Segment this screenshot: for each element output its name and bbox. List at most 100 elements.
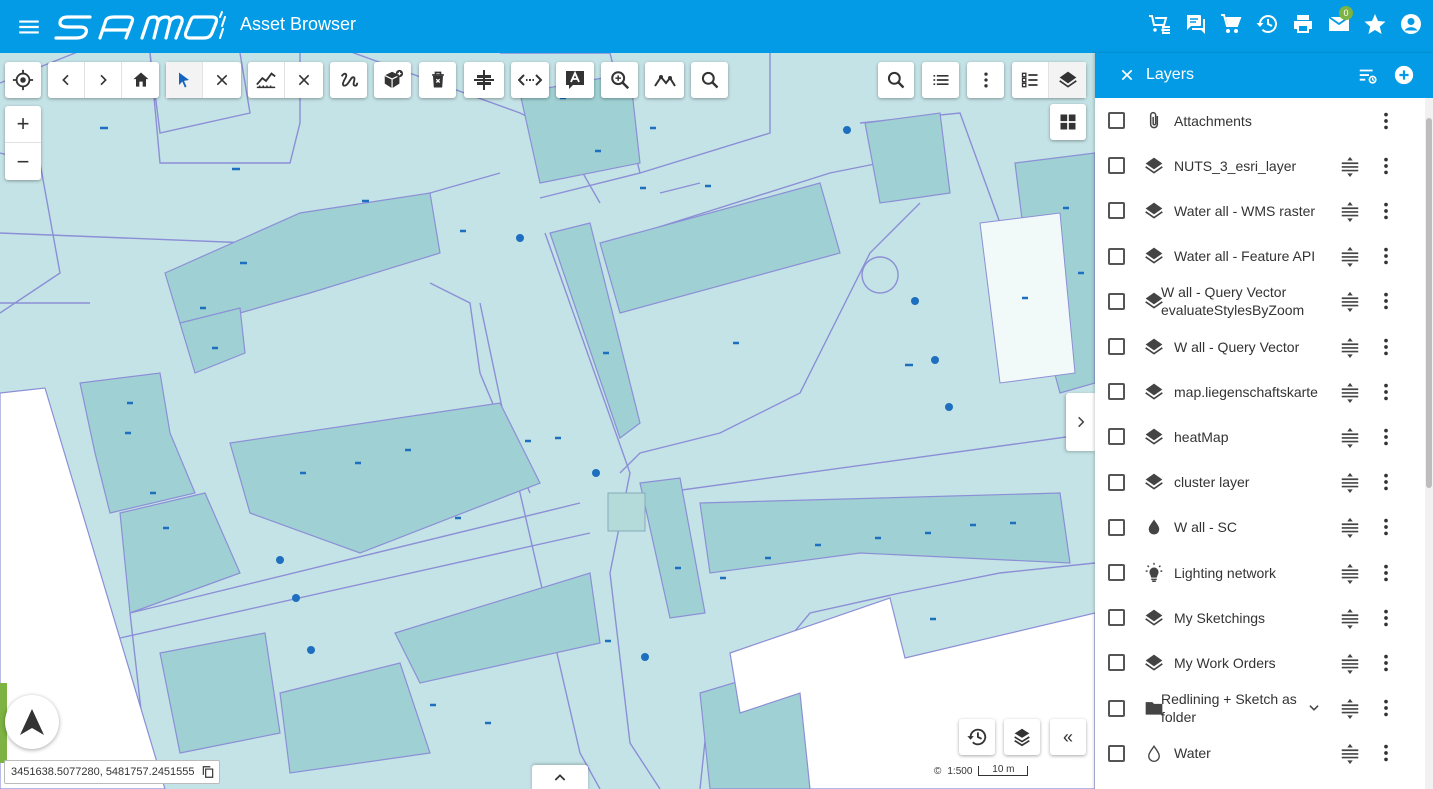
layer-checkbox[interactable] [1108, 202, 1125, 220]
favorites-button[interactable] [1361, 10, 1389, 38]
select-button[interactable] [166, 62, 203, 98]
layer-row[interactable]: My Sketchings [1095, 595, 1425, 640]
clear-measure-button[interactable] [285, 62, 322, 98]
layer-row[interactable]: My Work Orders [1095, 640, 1425, 685]
zoom-out-button[interactable]: − [5, 143, 41, 180]
bottom-panel-toggle[interactable] [532, 765, 588, 789]
drag-handle-icon[interactable] [1339, 562, 1361, 584]
layer-checkbox[interactable] [1108, 338, 1125, 355]
more-tools-button[interactable] [967, 62, 1004, 98]
layer-row[interactable]: W all - Query Vector [1095, 324, 1425, 369]
forward-button[interactable] [85, 62, 122, 98]
more-vertical-icon[interactable] [1375, 426, 1397, 448]
history-button[interactable] [1253, 10, 1281, 38]
layer-row[interactable]: W all - SC [1095, 505, 1425, 550]
distance-button[interactable] [511, 62, 549, 98]
add-layer-icon[interactable] [1393, 64, 1415, 86]
drag-handle-icon[interactable] [1339, 652, 1361, 674]
layer-checkbox[interactable] [1108, 564, 1125, 581]
drag-handle-icon[interactable] [1339, 471, 1361, 494]
more-vertical-icon[interactable] [1375, 562, 1397, 584]
layer-row[interactable]: Attachments [1095, 98, 1425, 143]
locate-button[interactable] [5, 62, 41, 98]
layer-checkbox[interactable] [1108, 654, 1125, 672]
layer-list-scrollbar[interactable] [1425, 98, 1433, 789]
drag-handle-icon[interactable] [1339, 245, 1361, 268]
layer-checkbox[interactable] [1108, 699, 1125, 717]
more-vertical-icon[interactable] [1375, 110, 1397, 132]
compass-button[interactable] [5, 695, 59, 749]
layers-button[interactable] [1049, 62, 1086, 98]
drag-handle-icon[interactable] [1339, 742, 1361, 765]
profile-button[interactable] [645, 62, 684, 98]
chevron-down-icon[interactable] [1307, 701, 1321, 715]
close-panel-icon[interactable] [1119, 67, 1135, 83]
layer-row[interactable]: Lighting network [1095, 550, 1425, 595]
layer-checkbox[interactable] [1108, 112, 1125, 129]
home-button[interactable] [122, 62, 159, 98]
delete-button[interactable] [419, 62, 456, 98]
menu-icon[interactable] [16, 14, 42, 40]
layer-checkbox[interactable] [1108, 609, 1125, 627]
more-vertical-icon[interactable] [1375, 652, 1397, 674]
more-vertical-icon[interactable] [1375, 516, 1397, 538]
measure-button[interactable] [248, 62, 285, 98]
layer-row[interactable]: W all - Query Vector evaluateStylesByZoo… [1095, 279, 1425, 324]
layer-checkbox[interactable] [1108, 518, 1125, 536]
more-vertical-icon[interactable] [1375, 607, 1397, 629]
more-vertical-icon[interactable] [1375, 290, 1397, 312]
more-vertical-icon[interactable] [1375, 200, 1397, 222]
more-vertical-icon[interactable] [1375, 245, 1397, 267]
expand-side-button[interactable] [1066, 393, 1095, 451]
layer-checkbox[interactable] [1108, 473, 1125, 491]
layer-row[interactable]: Water all - Feature API [1095, 234, 1425, 279]
map-history-button[interactable] [959, 719, 995, 755]
chat-button[interactable] [1181, 10, 1209, 38]
sketch-button[interactable] [330, 62, 367, 98]
more-vertical-icon[interactable] [1375, 336, 1397, 358]
layer-stack-button[interactable] [1004, 719, 1040, 755]
more-vertical-icon[interactable] [1375, 381, 1397, 403]
map-search-button[interactable] [878, 62, 914, 98]
layer-checkbox[interactable] [1108, 292, 1125, 310]
collapse-button[interactable]: « [1050, 719, 1086, 755]
copy-icon[interactable] [201, 765, 215, 779]
layer-row[interactable]: map.liegenschaftskarte [1095, 369, 1425, 414]
drag-handle-icon[interactable] [1339, 607, 1361, 629]
more-vertical-icon[interactable] [1375, 155, 1397, 177]
print-button[interactable] [1289, 10, 1317, 38]
drag-handle-icon[interactable] [1339, 381, 1361, 403]
list-button[interactable] [922, 62, 959, 98]
clear-selection-button[interactable] [203, 62, 240, 98]
label-button[interactable] [556, 62, 594, 98]
basemap-button[interactable] [1050, 104, 1086, 140]
scroll-thumb[interactable] [1426, 118, 1432, 488]
account-button[interactable] [1397, 10, 1425, 38]
legend-button[interactable] [1012, 62, 1049, 98]
map-canvas[interactable]: « © 1:500 10 m 3451638.5077280, 5481757.… [0, 53, 1095, 789]
zoom-to-button[interactable] [601, 62, 638, 98]
filter-sort-icon[interactable] [1357, 65, 1379, 87]
drag-handle-icon[interactable] [1339, 516, 1361, 539]
drag-handle-icon[interactable] [1339, 336, 1361, 358]
layer-checkbox[interactable] [1108, 157, 1125, 175]
layer-row[interactable]: NUTS_3_esri_layer [1095, 143, 1425, 188]
more-vertical-icon[interactable] [1375, 471, 1397, 493]
cart-list-button[interactable] [1145, 10, 1173, 38]
layer-checkbox[interactable] [1108, 744, 1125, 762]
more-vertical-icon[interactable] [1375, 742, 1397, 764]
drag-handle-icon[interactable] [1339, 290, 1361, 313]
mail-button[interactable]: 0 [1325, 6, 1353, 38]
layer-row[interactable]: Water all - WMS raster [1095, 188, 1425, 233]
add-object-button[interactable] [374, 62, 411, 98]
more-vertical-icon[interactable] [1375, 697, 1397, 719]
drag-handle-icon[interactable] [1339, 155, 1361, 177]
drag-handle-icon[interactable] [1339, 697, 1361, 720]
drag-handle-icon[interactable] [1339, 426, 1361, 448]
layer-row[interactable]: cluster layer [1095, 460, 1425, 505]
drag-handle-icon[interactable] [1339, 200, 1361, 222]
layer-checkbox[interactable] [1108, 247, 1125, 265]
split-button[interactable] [464, 62, 504, 98]
cart-button[interactable] [1217, 10, 1245, 38]
back-button[interactable] [48, 62, 85, 98]
